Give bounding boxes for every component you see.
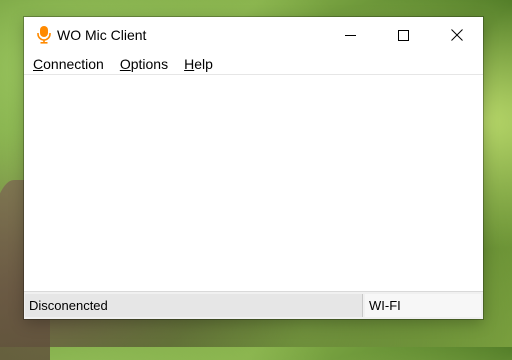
close-button[interactable]	[430, 17, 483, 53]
menu-help-accel: H	[184, 55, 195, 72]
transport-status: WI-FI	[365, 294, 481, 317]
microphone-icon	[37, 26, 51, 44]
maximize-icon	[398, 29, 409, 41]
minimize-button[interactable]	[324, 17, 377, 53]
menu-connection[interactable]: Connection	[24, 56, 112, 72]
title-bar[interactable]: WO Mic Client	[24, 17, 483, 53]
minimize-icon	[345, 34, 356, 36]
menu-connection-accel: C	[33, 55, 44, 72]
menu-options-accel: O	[119, 55, 131, 72]
menu-help[interactable]: Help	[176, 56, 221, 72]
connection-status: Disconencted	[25, 294, 363, 317]
menu-options-label: ptions	[130, 55, 169, 72]
client-area	[24, 75, 483, 292]
wo-mic-client-window: WO Mic Client Connection Options Help Di…	[24, 17, 483, 319]
menu-bar: Connection Options Help	[24, 53, 483, 75]
maximize-button[interactable]	[377, 17, 430, 53]
menu-options[interactable]: Options	[112, 56, 176, 72]
status-bar: Disconencted WI-FI	[24, 291, 483, 319]
menu-help-label: elp	[194, 55, 213, 72]
close-icon	[450, 29, 463, 41]
menu-connection-label: onnection	[43, 55, 104, 72]
window-title: WO Mic Client	[57, 27, 147, 43]
